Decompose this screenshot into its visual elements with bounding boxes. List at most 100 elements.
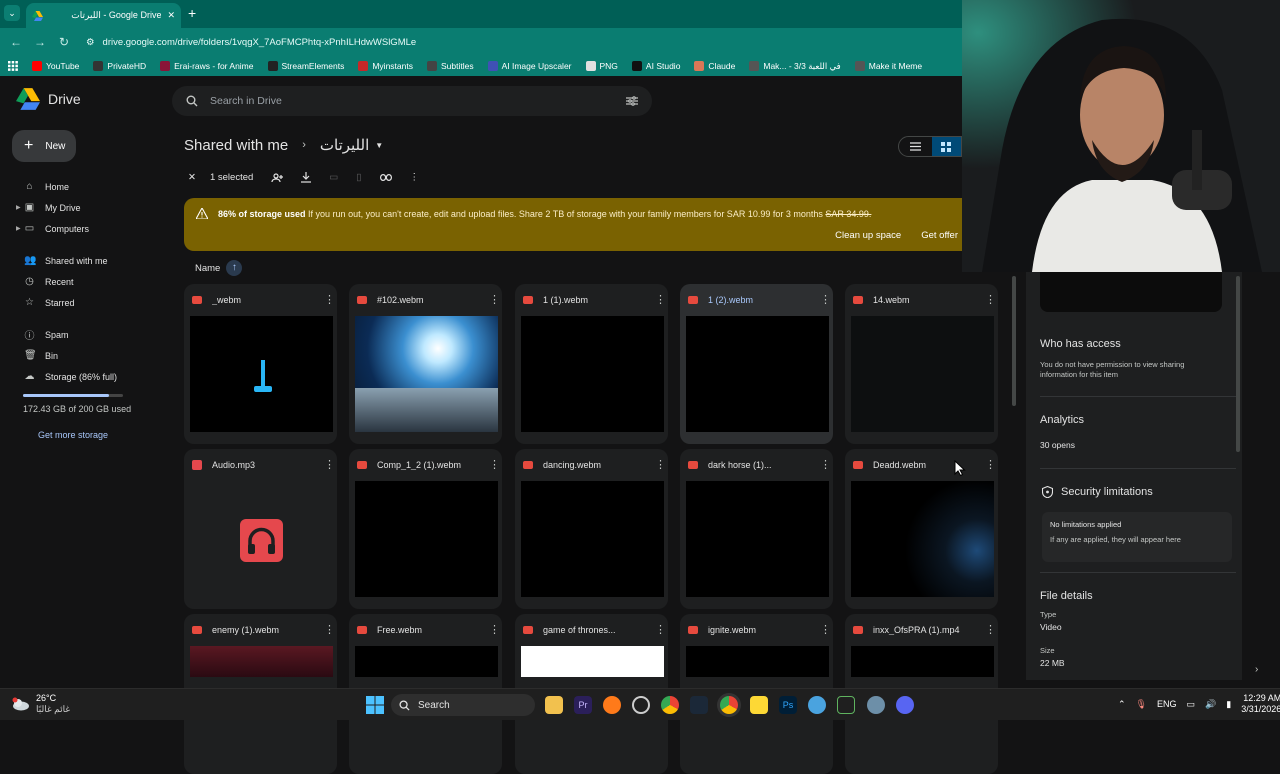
sort-header[interactable]: Name ↑: [195, 260, 243, 276]
photoshop-icon[interactable]: Ps: [779, 696, 797, 714]
file-thumbnail[interactable]: [851, 646, 994, 677]
file-thumbnail[interactable]: [851, 316, 994, 432]
expand-panel-icon[interactable]: ›: [1255, 664, 1258, 675]
more-options-icon[interactable]: ⋮: [820, 458, 831, 471]
bookmark-item[interactable]: PrivateHD: [93, 61, 146, 72]
sidebar-item-shared-with-me[interactable]: 👥 Shared with me: [0, 250, 165, 271]
site-info-icon[interactable]: ⚙: [86, 37, 95, 48]
panel-scrollbar[interactable]: [1236, 276, 1240, 452]
more-options-icon[interactable]: ⋮: [489, 458, 500, 471]
more-options-icon[interactable]: ⋮: [655, 293, 666, 306]
file-thumbnail[interactable]: [521, 646, 664, 677]
sidebar-item-my-drive[interactable]: ▶ ▣ My Drive: [0, 197, 165, 218]
file-card[interactable]: _webm ⋮: [184, 284, 337, 444]
grid-view-icon[interactable]: [931, 137, 961, 156]
sticky-notes-icon[interactable]: [750, 696, 768, 714]
file-thumbnail[interactable]: [355, 646, 498, 677]
battery-icon[interactable]: ▮: [1226, 699, 1231, 710]
get-more-storage-link[interactable]: Get more storage: [38, 430, 108, 440]
settings-icon[interactable]: [867, 696, 885, 714]
network-icon[interactable]: ▭: [1187, 699, 1196, 710]
more-options-icon[interactable]: ⋮: [489, 293, 500, 306]
more-options-icon[interactable]: ⋮: [324, 458, 335, 471]
drive-logo[interactable]: Drive: [16, 88, 81, 110]
file-card[interactable]: #102.webm ⋮: [349, 284, 502, 444]
get-offer-button[interactable]: Get offer: [921, 230, 958, 241]
new-button[interactable]: + New: [12, 130, 76, 162]
view-toggle[interactable]: [898, 136, 962, 157]
forward-icon[interactable]: →: [32, 34, 48, 50]
file-explorer-icon[interactable]: [545, 696, 563, 714]
file-thumbnail[interactable]: [190, 316, 333, 432]
more-options-icon[interactable]: ⋮: [324, 293, 335, 306]
discord-icon[interactable]: [896, 696, 914, 714]
volume-icon[interactable]: 🔊: [1205, 699, 1216, 710]
microphone-icon[interactable]: 🎙: [1136, 699, 1147, 710]
sidebar-item-starred[interactable]: ☆ Starred: [0, 292, 165, 313]
chrome-active-icon[interactable]: [720, 696, 738, 714]
file-thumbnail[interactable]: [355, 316, 498, 432]
bookmark-item[interactable]: Claude: [694, 61, 735, 72]
tab-search-icon[interactable]: ⌄: [4, 5, 20, 21]
sort-ascending-icon[interactable]: ↑: [226, 260, 243, 276]
language-indicator[interactable]: ENG: [1157, 699, 1177, 709]
search-options-icon[interactable]: [626, 96, 638, 106]
file-thumbnail[interactable]: [355, 481, 498, 597]
sidebar-item-storage-full[interactable]: ☁ Storage (86% full): [0, 366, 165, 387]
network-app-icon[interactable]: [808, 696, 826, 714]
expand-caret-icon[interactable]: ▶: [16, 225, 21, 232]
sidebar-item-spam[interactable]: ⓘ Spam: [0, 324, 165, 345]
drive-search-bar[interactable]: Search in Drive: [172, 86, 652, 116]
file-card[interactable]: Audio.mp3 ⋮: [184, 449, 337, 609]
bookmark-item[interactable]: PNG: [585, 61, 618, 72]
taskbar-search[interactable]: Search: [391, 694, 535, 716]
more-options-icon[interactable]: ⋮: [985, 458, 996, 471]
clean-up-space-button[interactable]: Clean up space: [835, 230, 901, 241]
file-thumbnail[interactable]: [190, 481, 333, 597]
sidebar-item-home[interactable]: ⌂ Home: [0, 176, 165, 197]
more-actions-icon[interactable]: ⋮: [410, 172, 420, 183]
file-card[interactable]: Comp_1_2 (1).webm ⋮: [349, 449, 502, 609]
clock[interactable]: 12:29 AM 3/31/2026: [1241, 693, 1280, 715]
file-card[interactable]: dancing.webm ⋮: [515, 449, 668, 609]
file-card[interactable]: 1 (1).webm ⋮: [515, 284, 668, 444]
clear-selection-icon[interactable]: ✕: [188, 172, 196, 183]
bookmark-item[interactable]: AI Image Upscaler: [487, 61, 572, 72]
sidebar-item-recent[interactable]: ◷ Recent: [0, 271, 165, 292]
file-card[interactable]: 1 (2).webm ⋮: [680, 284, 833, 444]
address-bar[interactable]: ⚙ drive.google.com/drive/folders/1vqgX_7…: [80, 32, 956, 52]
list-view-icon[interactable]: [899, 137, 932, 156]
file-thumbnail[interactable]: [521, 316, 664, 432]
bookmark-item[interactable]: AI Studio: [631, 61, 680, 72]
download-icon[interactable]: [301, 172, 312, 183]
grid-scrollbar[interactable]: [1012, 276, 1016, 406]
blender-icon[interactable]: [603, 696, 621, 714]
excel-icon[interactable]: [837, 696, 855, 714]
file-thumbnail[interactable]: [521, 481, 664, 597]
apps-icon[interactable]: [8, 61, 18, 71]
chrome-icon[interactable]: [661, 696, 679, 714]
bookmark-item[interactable]: StreamElements: [267, 61, 344, 72]
expand-caret-icon[interactable]: ▶: [16, 204, 21, 211]
file-thumbnail[interactable]: [190, 646, 333, 677]
more-options-icon[interactable]: ⋮: [655, 458, 666, 471]
file-thumbnail[interactable]: [686, 646, 829, 677]
more-options-icon[interactable]: ⋮: [985, 623, 996, 636]
search-input[interactable]: Search in Drive: [210, 95, 614, 107]
file-card[interactable]: Deadd.webm ⋮: [845, 449, 998, 609]
breadcrumb-folder[interactable]: الليرتات ▼: [320, 136, 383, 154]
close-tab-icon[interactable]: ✕: [167, 10, 175, 21]
share-icon[interactable]: [271, 172, 284, 183]
start-icon[interactable]: [366, 696, 384, 714]
file-thumbnail[interactable]: [686, 316, 829, 432]
file-card[interactable]: dark horse (1)... ⋮: [680, 449, 833, 609]
sidebar-item-bin[interactable]: 🗑 Bin: [0, 345, 165, 366]
more-options-icon[interactable]: ⋮: [489, 623, 500, 636]
bookmark-item[interactable]: Erai-raws - for Anime: [160, 61, 254, 72]
more-options-icon[interactable]: ⋮: [324, 623, 335, 636]
more-options-icon[interactable]: ⋮: [820, 623, 831, 636]
more-options-icon[interactable]: ⋮: [985, 293, 996, 306]
weather-widget[interactable]: 26°C غائم غالبًا: [12, 693, 70, 715]
browser-tab[interactable]: الليرتات - Google Drive ✕: [26, 3, 181, 28]
tray-overflow-icon[interactable]: ⌃: [1118, 699, 1126, 710]
